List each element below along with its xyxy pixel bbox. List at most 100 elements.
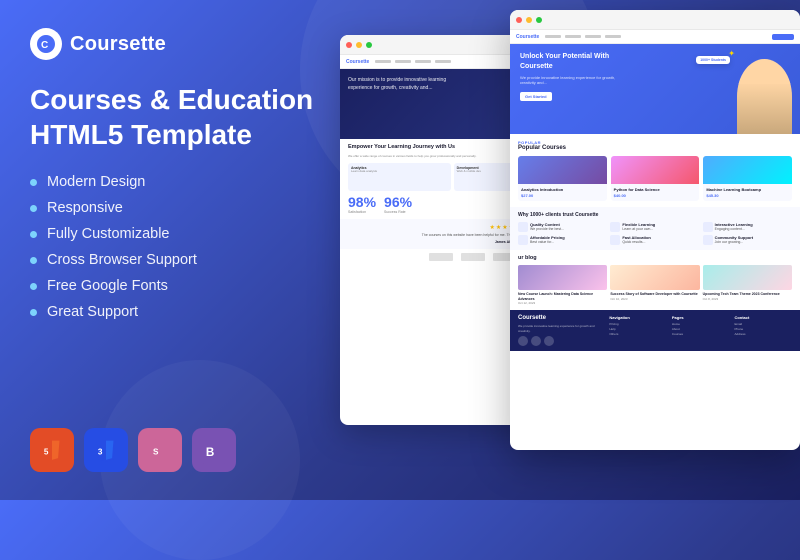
footer-grid: Coursette We provide innovative learning…: [518, 315, 792, 346]
stat-text-4: Best value for...: [530, 240, 565, 245]
bullet-2: [30, 205, 37, 212]
hero-stat-badge: 1000+ Students: [696, 56, 730, 64]
stat-icon-5: [610, 235, 620, 245]
course-price-1: $27.00: [521, 193, 604, 198]
logo-icon: C: [30, 28, 62, 60]
footer-link-2-3: Courses: [672, 332, 730, 336]
back-card-1: Analytics Learn data analysis: [348, 163, 451, 191]
nav-link-f3: [585, 35, 601, 38]
stat-text-5: Quick results...: [622, 240, 651, 245]
dot-yellow-front: [526, 17, 532, 23]
mini-logo-front: Coursette: [516, 34, 539, 40]
hero-section: Unlock Your Potential With Coursette We …: [510, 44, 800, 134]
pct-number-2: 96%: [384, 194, 412, 210]
stat-item-3: Interactive Learning Engaging content...: [703, 222, 792, 232]
back-hero-text: Our mission is to provide innovative lea…: [348, 77, 468, 92]
dot-green-back: [366, 42, 372, 48]
hero-title: Unlock Your Potential With Coursette: [520, 52, 640, 72]
stats-grid: Quality Content We provide the best... F…: [518, 222, 792, 245]
blog-card-1: New Course Launch: Mastering Data Scienc…: [518, 265, 607, 305]
nav-link-f4: [605, 35, 621, 38]
footer-link-2-1: Home: [672, 322, 730, 326]
badge-bootstrap: B: [192, 428, 236, 472]
stat-icon-4: [518, 235, 528, 245]
pct-label-1: Satisfaction: [348, 210, 376, 214]
blog-title: ur blog: [518, 255, 792, 261]
blog-thumb-1: [518, 265, 607, 290]
course-info-2: Python for Data Science $40.00: [611, 184, 700, 201]
stat-content-2: Flexible Learning Learn at your own...: [622, 222, 655, 232]
pct-label-2: Success Rate: [384, 210, 412, 214]
right-area: Coursette Our mission is to provide inno…: [340, 10, 800, 500]
course-card-2: Python for Data Science $40.00: [611, 156, 700, 201]
nav-links-back: [375, 60, 451, 63]
footer-link-1-2: Help: [609, 327, 667, 331]
browser-nav-front: Coursette: [510, 30, 800, 44]
blog-card-3: Upcoming Tech Team Theme 2023 Conference…: [703, 265, 792, 305]
course-thumb-1: [518, 156, 607, 184]
feature-list: Modern Design Responsive Fully Customiza…: [30, 174, 340, 330]
mini-logo-back: Coursette: [346, 59, 369, 65]
footer-col-3: Contact Email Phone Address: [734, 315, 792, 346]
svg-text:C: C: [41, 40, 48, 51]
footer-link-1-1: Pricing: [609, 322, 667, 326]
pct-block-2: 96% Success Rate: [384, 194, 412, 214]
blog-thumb-2: [610, 265, 699, 290]
course-card-3: Machine Learning Bootcamp $45.30: [703, 156, 792, 201]
blog-post-title-1: New Course Launch: Mastering Data Scienc…: [518, 292, 607, 301]
bullet-5: [30, 283, 37, 290]
course-price-3: $45.30: [706, 193, 789, 198]
social-ig: [544, 336, 554, 346]
stat-content-5: Fast Allocation Quick results...: [622, 235, 651, 245]
star-3: ★: [502, 224, 507, 231]
course-thumb-2: [611, 156, 700, 184]
stat-item-2: Flexible Learning Learn at your own...: [610, 222, 699, 232]
footer-desc: We provide innovative learning experienc…: [518, 324, 604, 333]
star-2: ★: [496, 224, 501, 231]
why-section: Why 1000+ clients trust Coursette Qualit…: [510, 207, 800, 250]
stat-text-6: Join our growing...: [715, 240, 753, 245]
browser-front: Coursette Unlock Your Potential With Cou…: [510, 10, 800, 450]
stat-icon-3: [703, 222, 713, 232]
dot-yellow-back: [356, 42, 362, 48]
blog-thumb-3: [703, 265, 792, 290]
stat-text-3: Engaging content...: [715, 227, 753, 232]
nav-links-front: [545, 35, 621, 38]
badge-html5: 5: [30, 428, 74, 472]
social-icons: [518, 336, 604, 346]
dot-red-front: [516, 17, 522, 23]
avatar-head: [737, 64, 792, 84]
logo-row: C Coursette: [30, 28, 340, 60]
footer-col-1: Navigation Pricing Help Others: [609, 315, 667, 346]
brand-jquery: [429, 253, 453, 261]
hero-cta-btn: Get Started: [520, 92, 552, 101]
feature-item-4: Cross Browser Support: [30, 252, 340, 268]
nav-link-f2: [565, 35, 581, 38]
footer-col-title-1: Navigation: [609, 315, 667, 320]
nav-link-4: [435, 60, 451, 63]
course-card-1: Analytics Introduction $27.00: [518, 156, 607, 201]
nav-link-f1: [545, 35, 561, 38]
svg-text:3: 3: [98, 448, 103, 457]
footer-col-title-2: Pages: [672, 315, 730, 320]
blog-section: ur blog New Course Launch: Mastering Dat…: [510, 250, 800, 310]
feature-item-1: Modern Design: [30, 174, 340, 190]
stat-item-1: Quality Content We provide the best...: [518, 222, 607, 232]
stat-item-4: Affordable Pricing Best value for...: [518, 235, 607, 245]
svg-text:5: 5: [44, 448, 49, 457]
bullet-1: [30, 179, 37, 186]
stat-icon-2: [610, 222, 620, 232]
stat-icon-6: [703, 235, 713, 245]
hero-avatar-image: [737, 59, 792, 134]
stat-icon-1: [518, 222, 528, 232]
footer-link-3-1: Email: [734, 322, 792, 326]
nav-link-2: [395, 60, 411, 63]
stat-content-4: Affordable Pricing Best value for...: [530, 235, 565, 245]
stat-item-6: Community Support Join our growing...: [703, 235, 792, 245]
why-title: Why 1000+ clients trust Coursette: [518, 212, 792, 218]
footer-logo: Coursette: [518, 315, 604, 321]
course-name-1: Analytics Introduction: [521, 187, 604, 192]
star-1: ★: [490, 224, 495, 231]
footer-col-2: Pages Home About Courses: [672, 315, 730, 346]
tech-badges: 5 3 S B: [30, 418, 340, 472]
